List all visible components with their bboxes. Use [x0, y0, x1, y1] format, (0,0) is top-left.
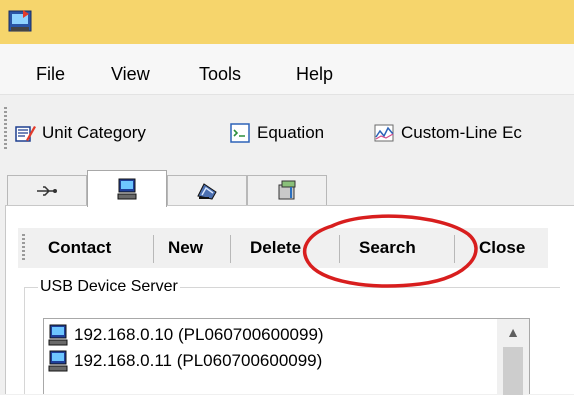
computer-icon — [48, 350, 68, 372]
unit-category-button[interactable]: Unit Category — [14, 120, 146, 146]
app-icon — [8, 10, 32, 32]
usb-icon — [37, 185, 57, 196]
action-bar-grip[interactable] — [22, 234, 25, 262]
tab-computer[interactable] — [87, 170, 167, 207]
device-label: 192.168.0.10 (PL060700600099) — [74, 325, 324, 344]
group-border — [24, 287, 25, 394]
menu-bar: File View Tools Help — [0, 44, 574, 94]
delete-button[interactable]: Delete — [250, 238, 301, 258]
group-title: USB Device Server — [38, 278, 180, 296]
equation-label: Equation — [257, 123, 325, 142]
modem-icon — [197, 182, 217, 200]
toolbar: Unit Category Equation Custom-Line Ec — [0, 95, 574, 166]
title-bar — [0, 0, 574, 44]
computer-icon — [48, 324, 68, 346]
equation-icon — [230, 123, 250, 143]
vertical-scrollbar[interactable]: ▲ — [497, 319, 529, 395]
new-button[interactable]: New — [168, 238, 203, 258]
close-button[interactable]: Close — [479, 238, 525, 258]
action-separator — [153, 235, 154, 263]
tab-device[interactable] — [247, 175, 327, 205]
tab-modem[interactable] — [167, 175, 247, 205]
contact-button[interactable]: Contact — [48, 238, 111, 258]
menu-file[interactable]: File — [36, 63, 65, 85]
unit-category-icon — [15, 126, 36, 142]
action-bar: Contact New Delete Search Close — [18, 228, 548, 268]
action-separator — [230, 235, 231, 263]
custom-line-button[interactable]: Custom-Line Ec — [373, 120, 522, 146]
action-separator — [454, 235, 455, 263]
menu-view[interactable]: View — [111, 63, 150, 85]
scroll-up-icon[interactable]: ▲ — [497, 319, 529, 345]
scroll-thumb[interactable] — [503, 347, 523, 395]
device-label: 192.168.0.11 (PL060700600099) — [74, 351, 323, 370]
search-button[interactable]: Search — [359, 238, 416, 258]
toolbar-grip[interactable] — [4, 107, 7, 151]
device-icon — [278, 180, 296, 199]
custom-line-label: Custom-Line Ec — [401, 123, 522, 142]
device-list[interactable]: 192.168.0.10 (PL060700600099) 192.168.0.… — [43, 318, 530, 395]
computer-icon — [117, 178, 137, 200]
menu-tools[interactable]: Tools — [199, 63, 241, 85]
unit-category-label: Unit Category — [42, 123, 146, 142]
list-item[interactable]: 192.168.0.10 (PL060700600099) — [48, 322, 324, 348]
custom-line-icon — [374, 124, 394, 142]
action-separator — [339, 235, 340, 263]
list-item[interactable]: 192.168.0.11 (PL060700600099) — [48, 348, 322, 374]
equation-button[interactable]: Equation — [229, 120, 324, 146]
menu-help[interactable]: Help — [296, 63, 333, 85]
tab-usb[interactable] — [7, 175, 87, 205]
